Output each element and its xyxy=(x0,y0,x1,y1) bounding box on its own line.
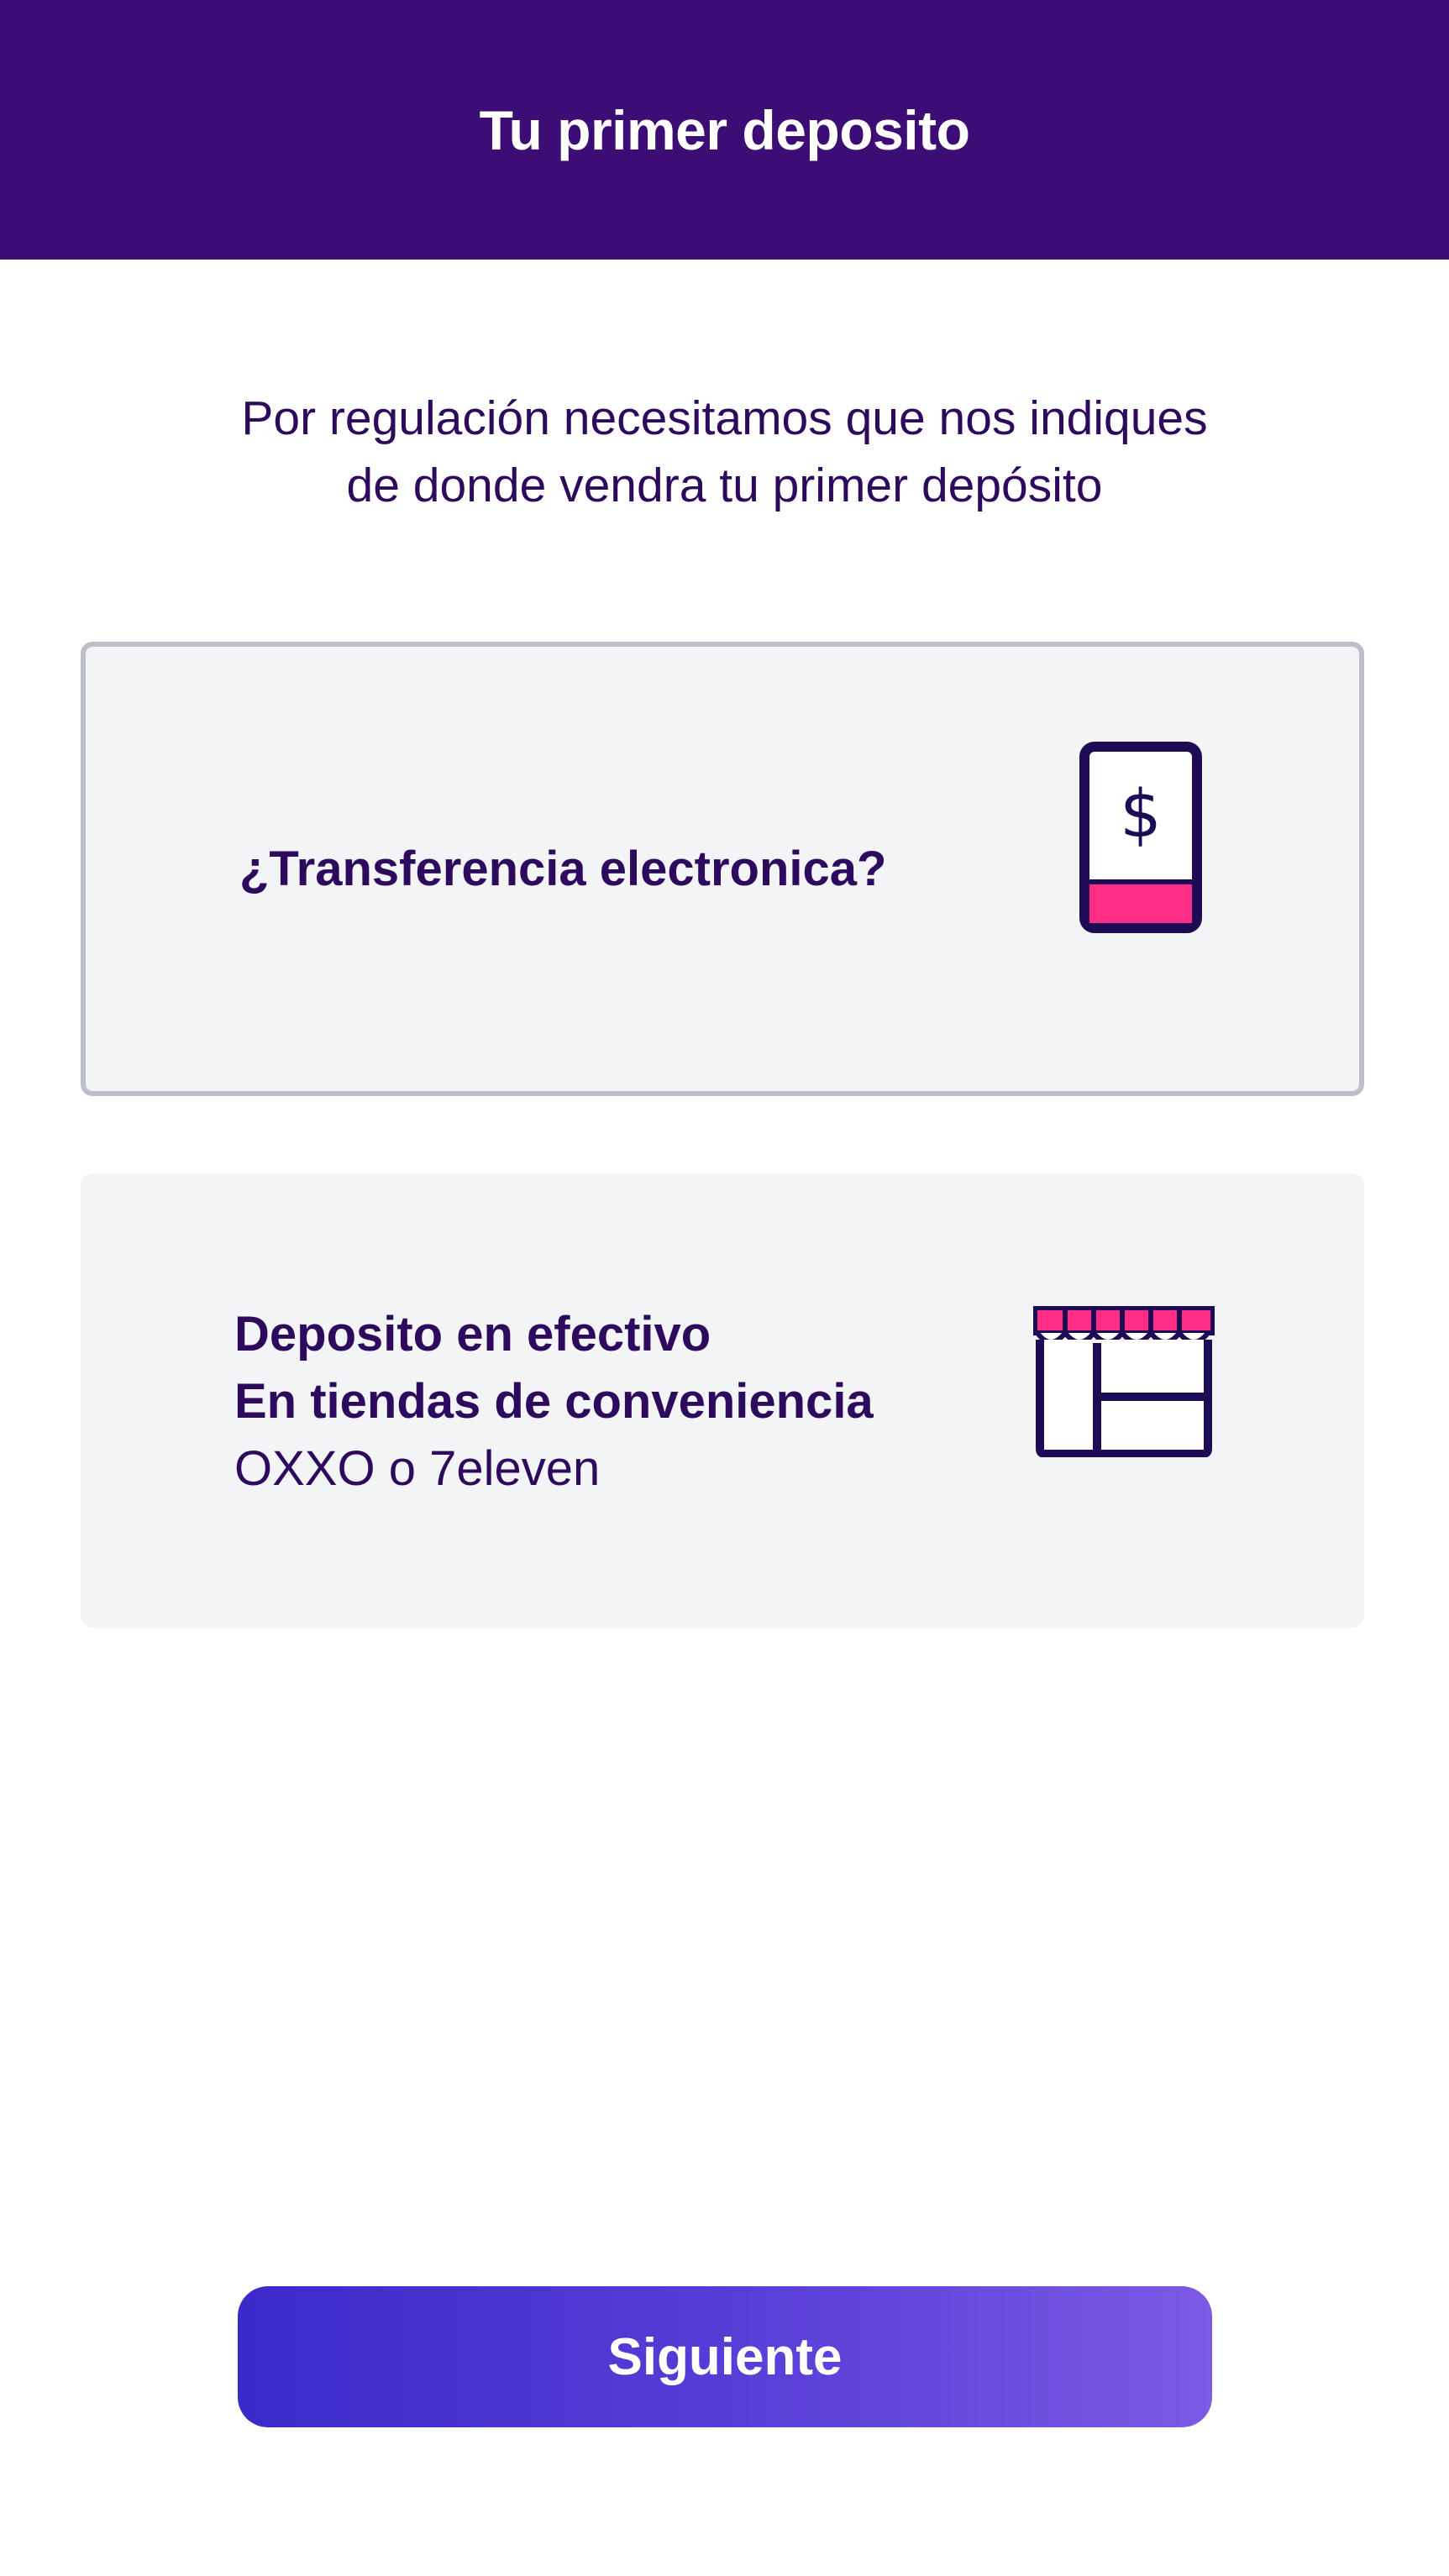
option-cash-detail: OXXO o 7eleven xyxy=(234,1441,601,1496)
svg-text:$: $ xyxy=(1120,777,1162,853)
option-cash-title: Deposito en efectivo xyxy=(234,1307,711,1361)
option-transfer-label: ¿Transferencia electronica? xyxy=(239,842,887,896)
intro-line-1: Por regulación necesitamos que nos indiq… xyxy=(241,391,1208,445)
option-cash-deposit[interactable]: Deposito en efectivo En tiendas de conve… xyxy=(81,1173,1364,1628)
next-button[interactable]: Siguiente xyxy=(238,2286,1212,2427)
page-title: Tu primer deposito xyxy=(479,98,970,161)
app-header: Tu primer deposito xyxy=(0,0,1449,260)
option-cash-text: Deposito en efectivo En tiendas de conve… xyxy=(234,1301,874,1503)
intro-text: Por regulación necesitamos que nos indiq… xyxy=(134,385,1315,519)
option-transfer[interactable]: ¿Transferencia electronica? $ xyxy=(81,642,1364,1096)
intro-line-2: de donde vendra tu primer depósito xyxy=(346,459,1103,512)
option-cash-subtitle: En tiendas de conveniencia xyxy=(234,1374,874,1429)
phone-dollar-icon: $ xyxy=(1079,742,1202,933)
store-icon xyxy=(1033,1306,1215,1457)
